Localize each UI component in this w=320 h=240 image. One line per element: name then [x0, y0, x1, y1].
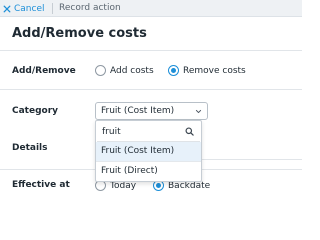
cancel-label: Cancel — [14, 3, 45, 14]
option-fruit-cost-item[interactable]: Fruit (Cost Item) — [96, 142, 201, 161]
title-divider — [0, 50, 302, 51]
chevron-down-icon — [195, 109, 202, 114]
row-divider — [0, 89, 302, 90]
radio-today-label: Today — [110, 180, 137, 191]
toolbar-divider — [52, 3, 53, 14]
radio-remove-costs-label: Remove costs — [183, 65, 246, 76]
radio-add-costs[interactable]: Add costs — [95, 65, 154, 76]
category-dropdown: Fruit (Cost Item) Fruit (Direct) — [95, 120, 202, 182]
category-search — [97, 122, 200, 142]
category-search-input[interactable] — [97, 122, 183, 141]
radio-remove-costs-indicator — [168, 65, 179, 76]
action-toolbar: Cancel Record action — [0, 0, 302, 17]
radio-remove-costs[interactable]: Remove costs — [168, 65, 246, 76]
details-label: Details — [12, 143, 48, 153]
cancel-button[interactable]: Cancel — [3, 2, 45, 15]
option-fruit-direct[interactable]: Fruit (Direct) — [96, 162, 201, 181]
category-label: Category — [12, 106, 59, 116]
radio-backdate-label: Backdate — [168, 180, 211, 191]
radio-add-costs-label: Add costs — [110, 65, 154, 76]
toolbar-title: Record action — [59, 3, 121, 13]
add-remove-label: Add/Remove — [12, 66, 76, 76]
category-selected-value: Fruit (Cost Item) — [101, 106, 175, 116]
search-icon — [185, 127, 194, 136]
radio-add-costs-indicator — [95, 65, 106, 76]
close-icon — [3, 5, 11, 12]
effective-at-label: Effective at — [12, 180, 70, 190]
category-select[interactable]: Fruit (Cost Item) — [95, 102, 208, 120]
page-title: Add/Remove costs — [12, 26, 147, 41]
